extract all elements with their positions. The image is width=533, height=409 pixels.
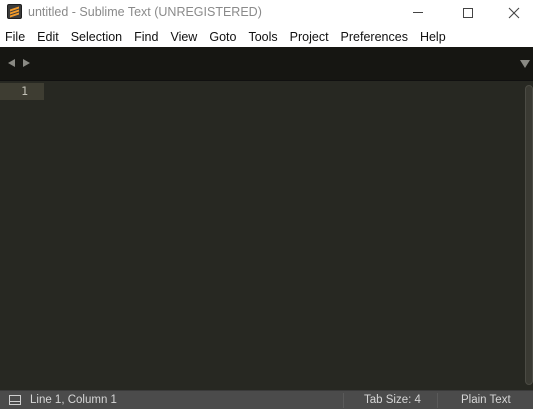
maximize-button[interactable]: [445, 0, 491, 25]
status-bar: Line 1, Column 1 Tab Size: 4 Plain Text: [0, 390, 533, 409]
close-button[interactable]: [491, 0, 533, 25]
status-divider: [343, 393, 344, 408]
title-bar[interactable]: untitled - Sublime Text (UNREGISTERED): [0, 0, 533, 25]
chevron-right-icon[interactable]: [23, 59, 30, 67]
menu-selection[interactable]: Selection: [65, 27, 128, 47]
syntax-selector[interactable]: Plain Text: [461, 394, 511, 406]
chevron-down-icon[interactable]: [520, 60, 530, 68]
window-title: untitled - Sublime Text (UNREGISTERED): [28, 5, 262, 19]
menu-goto[interactable]: Goto: [203, 27, 242, 47]
sublime-text-window: untitled - Sublime Text (UNREGISTERED) F…: [0, 0, 533, 409]
chevron-left-icon[interactable]: [8, 59, 15, 67]
menu-edit[interactable]: Edit: [31, 27, 65, 47]
editor-area[interactable]: 1: [0, 81, 533, 390]
menu-tools[interactable]: Tools: [242, 27, 283, 47]
cursor-position: Line 1, Column 1: [30, 394, 117, 406]
line-number-gutter: 1: [0, 81, 44, 390]
vertical-scrollbar[interactable]: [525, 85, 533, 385]
panel-toggle-icon[interactable]: [9, 395, 21, 405]
menu-find[interactable]: Find: [128, 27, 164, 47]
maximize-icon: [463, 7, 473, 18]
minimize-icon: [413, 12, 423, 13]
menu-file[interactable]: File: [0, 27, 31, 47]
menu-project[interactable]: Project: [284, 27, 335, 47]
line-number: 1: [21, 84, 28, 98]
menu-bar: File Edit Selection Find View Goto Tools…: [0, 27, 533, 47]
status-divider: [437, 393, 438, 408]
sublime-text-icon: [7, 4, 22, 19]
menu-help[interactable]: Help: [414, 27, 452, 47]
tab-bar: [0, 47, 533, 81]
menu-view[interactable]: View: [164, 27, 203, 47]
close-icon: [508, 7, 520, 18]
menu-preferences[interactable]: Preferences: [335, 27, 414, 47]
minimize-button[interactable]: [395, 0, 441, 25]
tab-size-indicator[interactable]: Tab Size: 4: [364, 394, 421, 406]
